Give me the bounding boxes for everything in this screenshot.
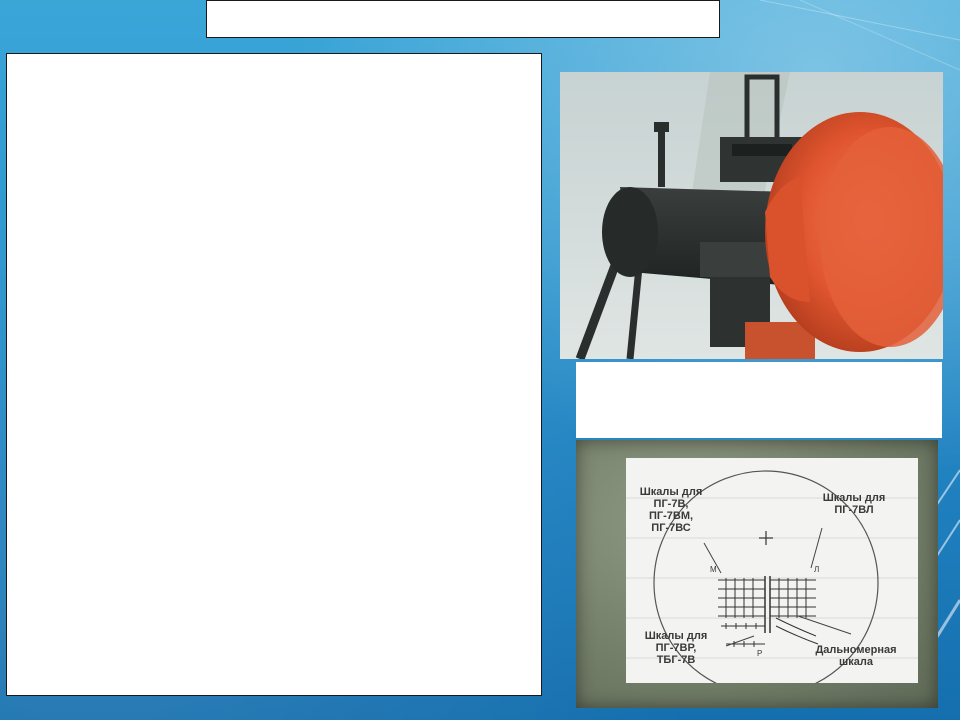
label-scales-pg7vl: Шкалы для ПГ-7ВЛ: [806, 492, 902, 516]
label-rangefinder-scale: Дальномерная шкала: [804, 644, 908, 668]
label-line: Дальномерная: [815, 644, 897, 656]
label-line: ПГ-7ВМ,: [648, 510, 694, 522]
label-line: ТБГ-7В: [656, 654, 696, 666]
title-placeholder-box: [206, 0, 720, 38]
label-line: ПГ-7ВЛ: [834, 504, 874, 516]
label-line: Шкалы для: [822, 492, 886, 504]
label-scales-pg7v: Шкалы для ПГ-7В, ПГ-7ВМ, ПГ-7ВС: [628, 486, 714, 534]
label-line: Шкалы для: [639, 486, 703, 498]
mark-bottom: Р: [757, 649, 763, 658]
label-line: ПГ-7ВР,: [655, 642, 697, 654]
sight-reticle-diagram-frame: Шкалы для ПГ-7В, ПГ-7ВМ, ПГ-7ВС Шкалы дл…: [576, 440, 938, 708]
mark-left: М: [710, 565, 717, 574]
label-scales-pg7vr: Шкалы для ПГ-7ВР, ТБГ-7В: [628, 630, 724, 666]
sight-reticle-diagram: Шкалы для ПГ-7В, ПГ-7ВМ, ПГ-7ВС Шкалы дл…: [626, 458, 918, 683]
label-line: шкала: [839, 656, 873, 668]
mark-right: Л: [814, 565, 820, 574]
photo-caption-placeholder: [576, 362, 942, 438]
launcher-sight-photo: [560, 72, 943, 359]
label-line: ПГ-7ВС: [651, 522, 691, 534]
content-text-panel: [6, 53, 542, 696]
label-line: Шкалы для: [644, 630, 708, 642]
label-line: ПГ-7В,: [653, 498, 689, 510]
